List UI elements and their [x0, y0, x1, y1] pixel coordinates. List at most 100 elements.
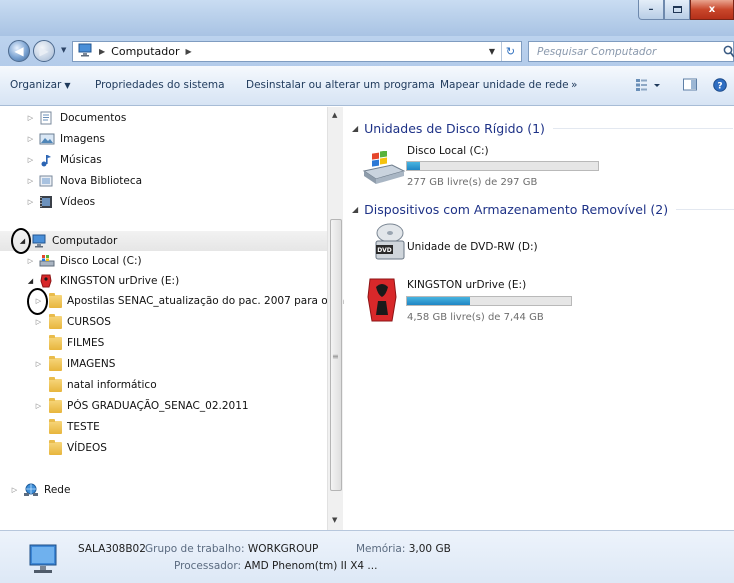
preview-pane-icon	[683, 78, 697, 95]
folder-icon	[49, 313, 62, 329]
group-title: Dispositivos com Armazenamento Removível…	[364, 202, 669, 217]
tree-item-computador[interactable]: ◢ Computador	[0, 231, 327, 251]
tree-item-imagens-folder[interactable]: ▷ IMAGENS	[0, 354, 115, 374]
forward-button[interactable]: ▶	[33, 40, 55, 62]
dvd-drive-icon: DVD	[374, 223, 406, 266]
back-button[interactable]: ◀	[8, 40, 30, 62]
minimize-button[interactable]: –	[638, 0, 664, 20]
tree-item-label: KINGSTON urDrive (E:)	[60, 275, 180, 287]
help-button[interactable]: ?	[713, 78, 727, 95]
expand-arrow-icon[interactable]: ▷	[26, 135, 35, 143]
computer-large-icon	[28, 543, 60, 582]
tree-item-label: Documentos	[60, 112, 127, 124]
help-icon: ?	[713, 78, 727, 95]
tree-item-nova-biblioteca[interactable]: ▷ Nova Biblioteca	[0, 171, 142, 191]
system-properties-button[interactable]: Propriedades do sistema	[95, 79, 225, 91]
expand-arrow-icon[interactable]: ▷	[26, 177, 35, 185]
videos-library-icon	[39, 195, 55, 209]
scroll-up-arrow-icon[interactable]: ▲	[332, 111, 337, 119]
capacity-fill	[407, 297, 470, 305]
tree-item-kingston[interactable]: ◢ KINGSTON urDrive (E:)	[0, 271, 179, 291]
processor-label: Processador:	[174, 560, 242, 572]
breadcrumb-separator-icon[interactable]: ▶	[99, 47, 105, 56]
address-history-dropdown-icon[interactable]: ▼	[485, 42, 499, 61]
svg-text:DVD: DVD	[377, 247, 392, 254]
address-row: ◀ ▶ ▼ ▶ Computador ▶ ▼ ↻ Pesquisar Compu…	[0, 36, 734, 66]
breadcrumb-chevron-icon[interactable]: ▶	[186, 47, 192, 56]
title-bar: – x	[0, 0, 734, 36]
processor-value: AMD Phenom(tm) II X4 ...	[244, 560, 378, 572]
expand-arrow-icon[interactable]: ▷	[26, 198, 35, 206]
drive-free-space: 277 GB livre(s) de 297 GB	[407, 177, 538, 188]
annotation-circle	[11, 228, 31, 254]
recent-pages-dropdown[interactable]: ▼	[61, 46, 66, 54]
expand-arrow-icon[interactable]: ▷	[34, 318, 43, 326]
hard-drive-icon	[362, 150, 406, 190]
tree-item-documentos[interactable]: ▷ Documentos	[0, 108, 126, 128]
scroll-down-arrow-icon[interactable]: ▼	[332, 516, 337, 524]
group-divider	[676, 209, 734, 210]
search-input[interactable]: Pesquisar Computador	[528, 41, 734, 62]
drive-name: Disco Local (C:)	[407, 145, 489, 157]
computer-name: SALA308B02	[78, 543, 146, 555]
group-collapse-icon[interactable]: ◢	[352, 124, 358, 133]
close-button[interactable]: x	[690, 0, 734, 20]
refresh-icon[interactable]: ↻	[501, 42, 519, 61]
tree-item-teste[interactable]: TESTE	[0, 417, 100, 437]
more-commands-button[interactable]: »	[571, 79, 577, 91]
tree-item-label: CURSOS	[67, 316, 111, 328]
group-header-hard-disks[interactable]: ◢ Unidades de Disco Rígido (1)	[352, 121, 733, 136]
annotation-circle	[27, 288, 48, 315]
workgroup-value: WORKGROUP	[247, 543, 319, 555]
expand-arrow-icon[interactable]: ▷	[34, 360, 43, 368]
expand-arrow-icon[interactable]: ▷	[26, 156, 35, 164]
change-view-button[interactable]	[636, 78, 662, 95]
tree-item-label: Rede	[44, 484, 71, 496]
collapse-arrow-icon[interactable]: ◢	[26, 277, 35, 285]
tree-item-filmes[interactable]: FILMES	[0, 333, 104, 353]
tree-item-rede[interactable]: ▷ Rede	[0, 480, 70, 500]
preview-pane-button[interactable]	[683, 78, 697, 95]
usb-drive-icon	[39, 274, 55, 288]
map-network-drive-button[interactable]: Mapear unidade de rede	[440, 79, 569, 91]
group-header-removable[interactable]: ◢ Dispositivos com Armazenamento Removív…	[352, 202, 734, 217]
folder-icon	[49, 418, 62, 434]
tree-item-apostilas[interactable]: ▷ Apostilas SENAC_atualização do pac. 20…	[0, 291, 377, 311]
tree-item-videos-folder[interactable]: VÍDEOS	[0, 438, 107, 458]
maximize-button[interactable]	[664, 0, 690, 20]
processor-info: Processador: AMD Phenom(tm) II X4 ...	[174, 560, 377, 572]
expand-arrow-icon[interactable]: ▷	[26, 257, 35, 265]
computer-icon	[31, 234, 47, 248]
nav-scrollbar[interactable]: ▲ ≡ ▼	[327, 107, 343, 530]
memory-value: 3,00 GB	[408, 543, 451, 555]
tree-item-musicas[interactable]: ▷ Músicas	[0, 150, 102, 170]
scrollbar-grip-icon: ≡	[332, 352, 339, 361]
breadcrumb-computador[interactable]: Computador	[111, 45, 179, 58]
tree-item-label: Disco Local (C:)	[60, 255, 142, 267]
tree-item-label: natal informático	[67, 379, 157, 391]
expand-arrow-icon[interactable]: ▷	[34, 402, 43, 410]
tree-item-label: Nova Biblioteca	[60, 175, 143, 187]
navigation-pane: ▷ Documentos ▷ Imagens ▷ Músicas ▷ Nova …	[0, 107, 377, 530]
tree-item-natal[interactable]: natal informático	[0, 375, 157, 395]
tree-item-disco-local[interactable]: ▷ Disco Local (C:)	[0, 251, 142, 271]
tree-item-label: Músicas	[60, 154, 102, 166]
expand-arrow-icon[interactable]: ▷	[10, 486, 19, 494]
memory-label: Memória:	[356, 543, 406, 555]
search-icon[interactable]	[723, 45, 734, 62]
organize-menu[interactable]: Organizar ▼	[10, 79, 71, 91]
group-collapse-icon[interactable]: ◢	[352, 205, 358, 214]
address-bar[interactable]: ▶ Computador ▶ ▼ ↻	[72, 41, 522, 62]
explorer-window: – x ◀ ▶ ▼ ▶ Computador ▶ ▼ ↻ Pesquisar C…	[0, 0, 734, 583]
expand-arrow-icon[interactable]: ▷	[26, 114, 35, 122]
tree-item-imagens[interactable]: ▷ Imagens	[0, 129, 105, 149]
tree-item-cursos[interactable]: ▷ CURSOS	[0, 312, 111, 332]
documents-library-icon	[39, 111, 55, 125]
uninstall-program-button[interactable]: Desinstalar ou alterar um programa	[246, 79, 435, 91]
organize-label: Organizar	[10, 79, 62, 91]
tree-item-pos-graduacao[interactable]: ▷ PÓS GRADUAÇÃO_SENAC_02.2011	[0, 396, 249, 416]
organize-dropdown-icon: ▼	[64, 81, 71, 90]
workgroup-info: Grupo de trabalho: WORKGROUP	[145, 543, 318, 555]
tree-item-videos-library[interactable]: ▷ Vídeos	[0, 192, 95, 212]
minimize-icon: –	[648, 4, 654, 15]
